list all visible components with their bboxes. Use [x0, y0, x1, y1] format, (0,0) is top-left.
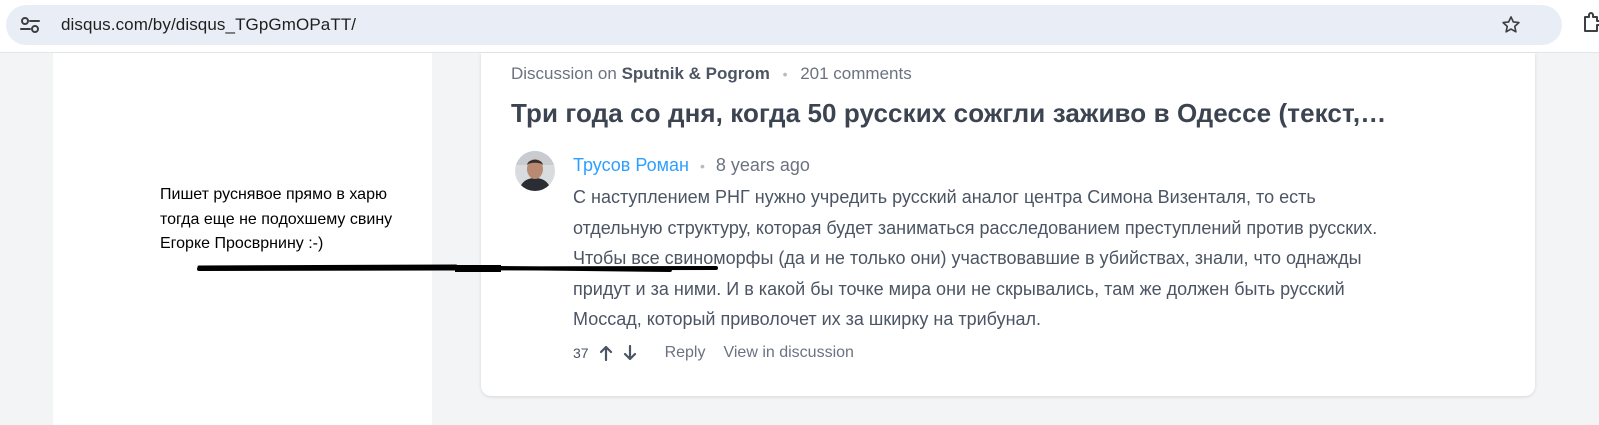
- comment-line: С наступлением РНГ нужно учредить русски…: [573, 187, 1316, 207]
- view-in-discussion-link[interactable]: View in discussion: [723, 344, 853, 362]
- avatar[interactable]: [515, 151, 555, 191]
- puzzle-icon[interactable]: [1582, 12, 1599, 34]
- url-text[interactable]: disqus.com/by/disqus_TGpGmOPaTT/: [61, 15, 356, 35]
- comment-meta: Трусов Роман • 8 years ago: [573, 155, 810, 176]
- discussion-title[interactable]: Три года со дня, когда 50 русских сожгли…: [511, 98, 1411, 129]
- address-bar[interactable]: disqus.com/by/disqus_TGpGmOPaTT/: [6, 5, 1562, 45]
- discussion-prefix: Discussion on: [511, 64, 617, 83]
- annotation-line: тогда еще не подохшему свину: [160, 210, 393, 228]
- site-info-icon[interactable]: [20, 16, 40, 34]
- annotation-line: Пишет руснявое прямо в харю: [160, 186, 387, 203]
- browser-toolbar: disqus.com/by/disqus_TGpGmOPaTT/: [0, 0, 1599, 53]
- comment-line: отдельную структуру, которая будет заним…: [573, 217, 1378, 238]
- discussion-header: Discussion on Sputnik & Pogrom • 201 com…: [511, 64, 912, 84]
- reply-button[interactable]: Reply: [665, 344, 706, 362]
- arrow-up-icon[interactable]: [599, 345, 613, 361]
- discussion-site-link[interactable]: Sputnik & Pogrom: [622, 64, 770, 83]
- arrow-down-icon[interactable]: [623, 345, 637, 361]
- comment-line: Чтобы все свиноморфы (да и не только они…: [573, 248, 1362, 268]
- separator-dot: •: [782, 66, 788, 82]
- comment-line: придут и за ними. И в какой бы точке мир…: [573, 278, 1345, 299]
- comment-timestamp[interactable]: 8 years ago: [716, 155, 810, 175]
- author-link[interactable]: Трусов Роман: [573, 155, 689, 175]
- comment-line: Моссад, который приволочет их за шкирку …: [573, 309, 1042, 329]
- comment-body: С наступлением РНГ нужно учредить русски…: [573, 182, 1463, 335]
- annotation-line: Егорке Просврнину :-): [160, 235, 324, 252]
- separator-dot: •: [699, 158, 705, 174]
- annotation-note: Пишет руснявое прямо в харю тогда еще не…: [160, 183, 450, 257]
- star-icon[interactable]: [1500, 14, 1522, 36]
- vote-count: 37: [573, 345, 589, 361]
- comment-actions: 37 Reply View in discussion: [573, 342, 854, 364]
- comments-count[interactable]: 201 comments: [800, 64, 912, 83]
